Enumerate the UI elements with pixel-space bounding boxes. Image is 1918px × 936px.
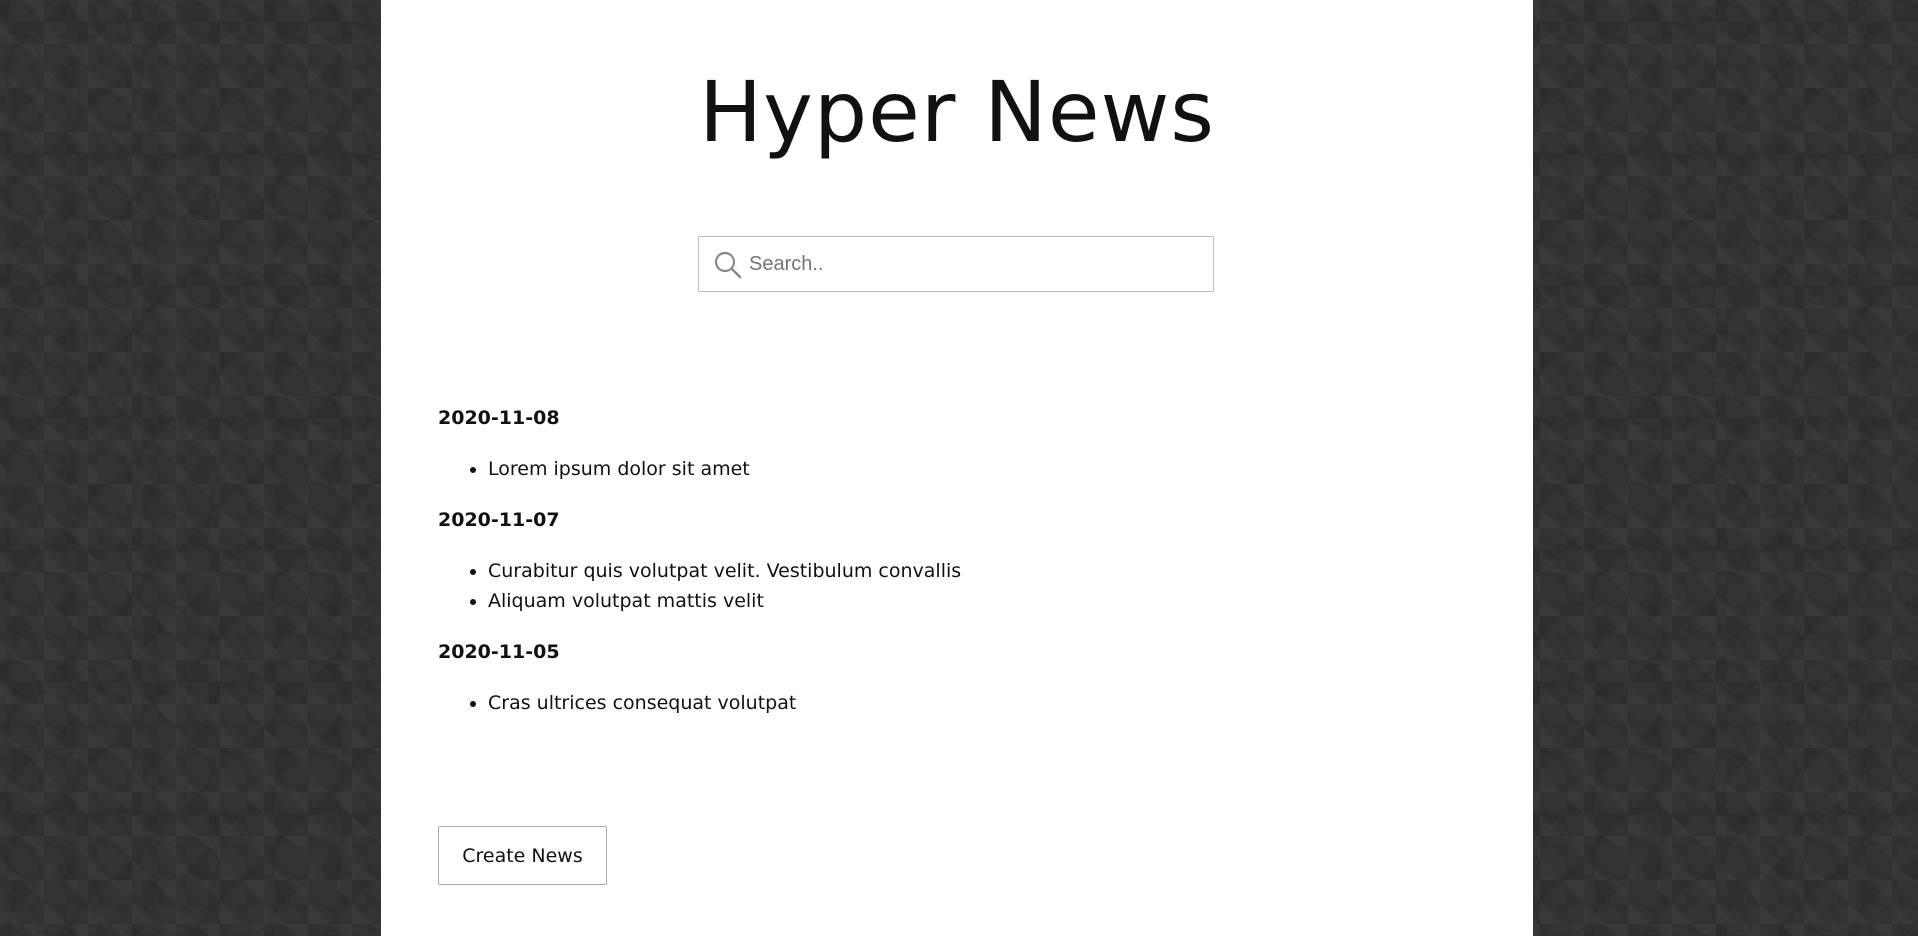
news-link[interactable]: Lorem ipsum dolor sit amet [488, 454, 1438, 484]
news-date: 2020-11-05 [438, 641, 560, 663]
search-icon [713, 250, 743, 280]
news-group: 2020-11-07 Curabitur quis volutpat velit… [438, 504, 1438, 616]
news-list: 2020-11-08 Lorem ipsum dolor sit amet 20… [438, 402, 1438, 738]
news-link[interactable]: Curabitur quis volutpat velit. Vestibulu… [488, 556, 1438, 586]
main-panel: Hyper News 2020-11-08 Lorem ipsum dolor … [381, 0, 1533, 936]
create-news-button[interactable]: Create News [438, 826, 607, 885]
page-title: Hyper News [698, 63, 1216, 161]
news-group: 2020-11-05 Cras ultrices consequat volut… [438, 636, 1438, 718]
news-items: Curabitur quis volutpat velit. Vestibulu… [438, 556, 1438, 616]
news-items: Lorem ipsum dolor sit amet [438, 454, 1438, 484]
search-input[interactable] [749, 237, 1199, 291]
news-link[interactable]: Aliquam volutpat mattis velit [488, 586, 1438, 616]
news-date: 2020-11-08 [438, 407, 560, 429]
news-date: 2020-11-07 [438, 509, 560, 531]
news-items: Cras ultrices consequat volutpat [438, 688, 1438, 718]
news-group: 2020-11-08 Lorem ipsum dolor sit amet [438, 402, 1438, 484]
news-link[interactable]: Cras ultrices consequat volutpat [488, 688, 1438, 718]
search-box[interactable] [698, 236, 1214, 292]
